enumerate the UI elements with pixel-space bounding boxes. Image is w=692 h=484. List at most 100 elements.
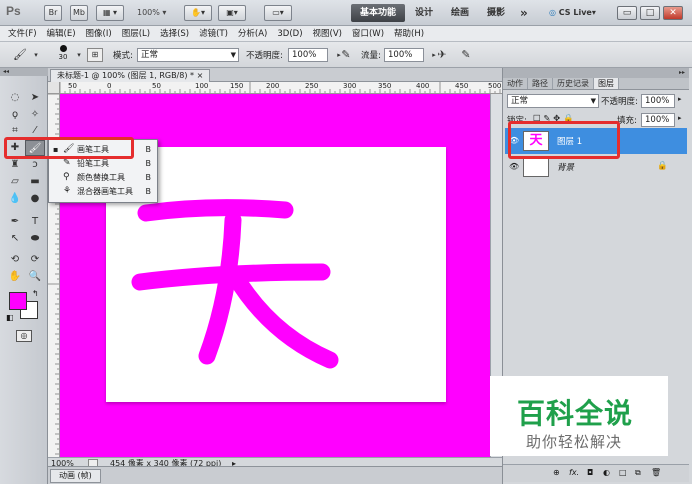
close-icon[interactable]: × (197, 71, 204, 80)
document-tab[interactable]: 未标题-1 @ 100% (图层 1, RGB/8) * × (50, 69, 211, 82)
menu-layer[interactable]: 图层(L) (122, 26, 150, 41)
default-colors-icon[interactable]: ◧ (6, 313, 14, 322)
layer-row-background[interactable]: 👁 背景 🔒 (505, 154, 687, 180)
blur-tool[interactable]: 💧 (5, 191, 25, 207)
menu-window[interactable]: 窗口(W) (352, 26, 384, 41)
crop-tool[interactable]: ⌗ (5, 123, 25, 139)
bridge-button[interactable]: Br (44, 5, 62, 21)
tool-preset-picker[interactable]: 🖌 (12, 47, 28, 63)
brush-panel-toggle[interactable]: ⊞ (87, 48, 103, 62)
mode-select[interactable]: 正常 ▼ (137, 48, 239, 62)
arrange-docs-button[interactable]: ▣▾ (218, 5, 246, 21)
layer-row-layer1[interactable]: 👁 天 图层 1 (505, 128, 687, 154)
flyout-brush-tool[interactable]: ▪ 🖌 画笔工具 B (49, 143, 157, 156)
pressure-opacity-toggle[interactable]: ✎ (338, 47, 354, 63)
workspace-painting[interactable]: 绘画 (451, 4, 469, 22)
crop-icon: ⌗ (12, 125, 18, 136)
history-brush-tool[interactable]: ↄ (25, 157, 45, 173)
workspace-photography[interactable]: 摄影 (487, 4, 505, 22)
tab-history[interactable]: 历史记录 (553, 78, 594, 89)
zoom-tool[interactable]: 🔍 (25, 269, 45, 285)
zoom-level[interactable]: 100% ▾ (137, 5, 183, 21)
hand-tool[interactable]: ✋ (5, 269, 25, 285)
layers-panel-footer: ⊕ fx. ◘ ◐ □ ⧉ 🗑 (503, 464, 689, 482)
lasso-tool[interactable]: ϙ (5, 107, 25, 123)
fill-input[interactable]: 100% (641, 113, 675, 127)
brush-size-arrow[interactable]: ▾ (71, 47, 87, 63)
workspace-essentials[interactable]: 基本功能 (351, 4, 405, 22)
animation-tab[interactable]: 动画 (帧) (50, 469, 101, 483)
folder-icon[interactable]: □ (619, 468, 627, 477)
pressure-size-toggle[interactable]: ✎ (458, 47, 474, 63)
tab-actions[interactable]: 动作 (503, 78, 528, 89)
opacity-input[interactable]: 100% (288, 48, 328, 62)
eyedropper-tool[interactable]: ⁄ (25, 123, 45, 139)
eraser-tool[interactable]: ▱ (5, 174, 25, 190)
type-tool[interactable]: T (25, 214, 45, 230)
close-button[interactable]: ✕ (663, 6, 683, 20)
menu-3d[interactable]: 3D(D) (277, 26, 302, 41)
gradient-tool[interactable]: ▬ (25, 174, 45, 190)
minimize-button[interactable]: ▭ (617, 6, 637, 20)
mask-icon[interactable]: ◘ (587, 468, 593, 477)
menu-help[interactable]: 帮助(H) (394, 26, 424, 41)
horizontal-ruler[interactable]: 50 0 50 100 150 200 250 300 350 400 450 … (60, 82, 502, 94)
stamp-tool[interactable]: ♜ (5, 157, 25, 173)
view-extras-button[interactable]: ▦ ▾ (96, 5, 124, 21)
dodge-tool[interactable]: ● (25, 191, 45, 207)
ruler-corner[interactable] (48, 82, 60, 94)
menu-analysis[interactable]: 分析(A) (238, 26, 267, 41)
screen-mode-icon: ▭▾ (272, 8, 284, 17)
menu-edit[interactable]: 编辑(E) (47, 26, 76, 41)
tool-preset-arrow[interactable]: ▾ (28, 47, 44, 63)
quick-mask-button[interactable]: ◎ (16, 330, 32, 342)
airbrush-toggle[interactable]: ✈ (434, 47, 450, 63)
tools-panel-header[interactable]: ◂◂ (0, 68, 48, 76)
link-icon[interactable]: ⊕ (553, 468, 560, 477)
3d-rotate-tool[interactable]: ⟲ (5, 252, 25, 268)
workspace-more-button[interactable]: » (520, 4, 528, 22)
workspace-design[interactable]: 设计 (415, 4, 433, 22)
menu-image[interactable]: 图像(I) (86, 26, 112, 41)
eye-icon[interactable]: 👁 (509, 162, 519, 171)
adjust-icon[interactable]: ◐ (603, 468, 610, 477)
cs-live-button[interactable]: ◎ CS Live▾ (549, 5, 596, 21)
menu-filter[interactable]: 滤镜(T) (199, 26, 228, 41)
path-select-tool[interactable]: ↖ (5, 231, 25, 247)
menu-view[interactable]: 视图(V) (313, 26, 342, 41)
maximize-button[interactable]: □ (640, 6, 660, 20)
foreground-color-swatch[interactable] (9, 292, 27, 310)
layer-opacity-input[interactable]: 100% (641, 94, 675, 108)
minibridge-button[interactable]: Mb (70, 5, 88, 21)
selected-bullet-icon: ▪ (53, 145, 59, 154)
trash-icon[interactable]: 🗑 (651, 468, 661, 477)
fill-arrow[interactable]: ▸ (678, 114, 682, 122)
tab-layers[interactable]: 图层 (594, 78, 619, 89)
healing-tool[interactable]: ✚ (5, 140, 25, 156)
eye-icon[interactable]: 👁 (509, 136, 519, 145)
hand-tool-button[interactable]: ✋▾ (184, 5, 212, 21)
quick-select-tool[interactable]: ✧ (25, 107, 45, 123)
brush-tool[interactable]: 🖌 (25, 140, 45, 156)
tab-paths[interactable]: 路径 (528, 78, 553, 89)
blend-mode-select[interactable]: 正常 ▼ (507, 94, 599, 108)
new-layer-icon[interactable]: ⧉ (635, 468, 641, 478)
move-tool[interactable]: ➤ (25, 90, 45, 106)
flyout-mixer-brush-tool[interactable]: ⚘ 混合器画笔工具 B (49, 185, 157, 198)
swap-colors-icon[interactable]: ↰ (32, 289, 39, 298)
layer-opacity-arrow[interactable]: ▸ (678, 95, 682, 103)
brush-size-picker[interactable]: 30 (55, 45, 71, 65)
fx-icon[interactable]: fx. (569, 468, 579, 477)
pen-tool[interactable]: ✒ (5, 214, 25, 230)
menu-file[interactable]: 文件(F) (8, 26, 37, 41)
flow-input[interactable]: 100% (384, 48, 424, 62)
panel-collapse-bar[interactable]: ▸▸ (503, 68, 689, 78)
screen-mode-button[interactable]: ▭▾ (264, 5, 292, 21)
marquee-tool[interactable]: ◌ (5, 90, 25, 106)
flyout-color-replace-tool[interactable]: ⚲ 颜色替换工具 B (49, 171, 157, 184)
flyout-pencil-tool[interactable]: ✎ 铅笔工具 B (49, 157, 157, 170)
shape-tool[interactable]: ⬬ (25, 231, 45, 247)
3d-camera-tool[interactable]: ⟳ (25, 252, 45, 268)
menu-select[interactable]: 选择(S) (160, 26, 189, 41)
lock-icons[interactable]: ☐ ✎ ✥ 🔒 (533, 114, 574, 124)
